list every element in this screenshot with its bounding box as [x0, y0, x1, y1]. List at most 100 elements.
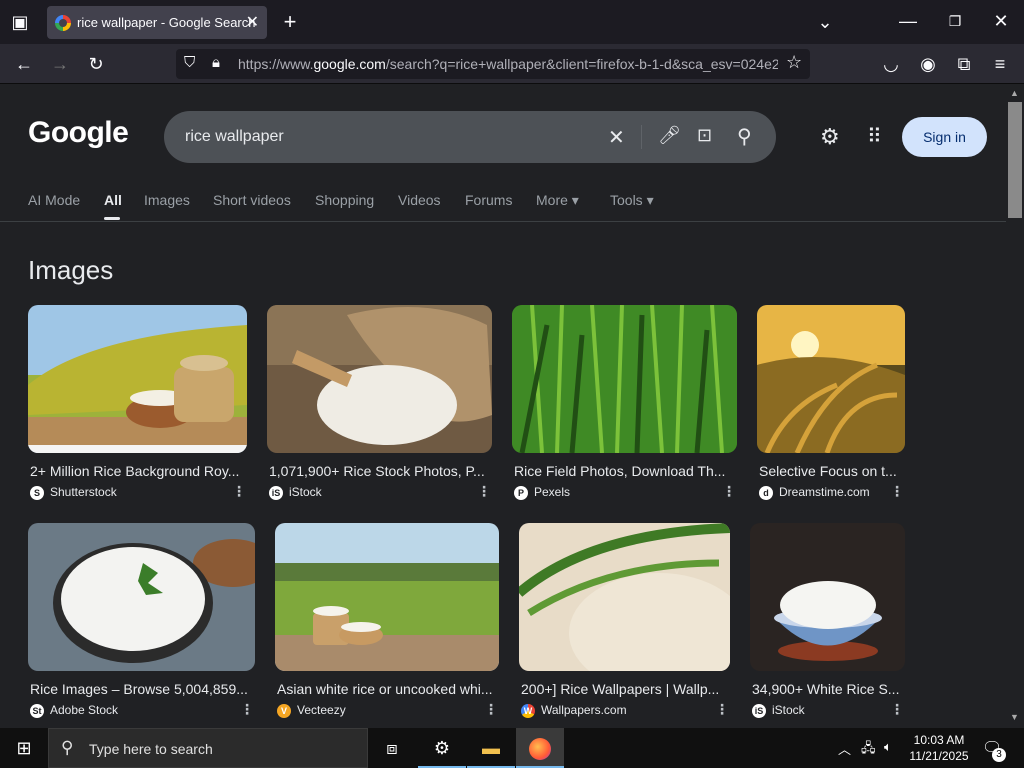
sign-in-button[interactable]: Sign in — [902, 117, 987, 157]
result-source[interactable]: iS iStock — [269, 485, 322, 500]
more-options-icon[interactable]: ⋮ — [890, 701, 904, 718]
search-box[interactable]: rice wallpaper ✕ 🎤︎ ⊡ ⚲ — [164, 111, 776, 163]
tab-more[interactable]: More ▾ — [536, 192, 579, 209]
windows-start-icon[interactable]: ⊞ — [0, 728, 48, 768]
account-icon[interactable]: ◉ — [916, 52, 940, 76]
result-source[interactable]: St Adobe Stock — [30, 703, 118, 718]
result-source[interactable]: V Vecteezy — [277, 703, 346, 718]
more-options-icon[interactable]: ⋮ — [477, 483, 491, 500]
result-source[interactable]: S Shutterstock — [30, 485, 117, 500]
bookmark-star-icon[interactable]: ☆ — [786, 52, 802, 73]
back-icon[interactable]: ← — [12, 52, 36, 76]
google-logo[interactable]: Google — [28, 116, 129, 150]
restore-icon[interactable]: ❐ — [943, 9, 967, 33]
result-thumbnail[interactable] — [28, 305, 247, 453]
active-tab-indicator — [104, 217, 120, 220]
more-options-icon[interactable]: ⋮ — [722, 483, 736, 500]
search-input[interactable]: rice wallpaper — [185, 128, 284, 146]
result-source[interactable]: W Wallpapers.com — [521, 703, 627, 718]
search-divider — [641, 125, 642, 149]
vecteezy-favicon-icon: V — [277, 703, 291, 718]
result-title[interactable]: 200+] Rice Wallpapers | Wallp... — [521, 681, 728, 697]
result-source[interactable]: P Pexels — [514, 485, 570, 500]
result-thumbnail[interactable] — [519, 523, 730, 671]
tab-forums[interactable]: Forums — [465, 192, 512, 208]
tracking-shield-icon[interactable]: ⛉ — [184, 54, 195, 71]
result-title[interactable]: Selective Focus on t... — [759, 463, 903, 479]
new-tab-icon[interactable]: + — [278, 10, 302, 34]
firefox-icon[interactable] — [516, 728, 564, 768]
more-options-icon[interactable]: ⋮ — [232, 483, 246, 500]
forward-icon[interactable]: → — [48, 52, 72, 76]
close-tab-icon[interactable]: ✕ — [246, 12, 259, 32]
tab-videos[interactable]: Videos — [398, 192, 441, 208]
scroll-down-icon[interactable]: ▼ — [1010, 712, 1019, 722]
google-favicon-icon — [55, 15, 71, 31]
taskbar-search-icon: ⚲ — [61, 738, 74, 757]
result-source[interactable]: d Dreamstime.com — [759, 485, 870, 500]
settings-gear-icon[interactable]: ⚙ — [820, 124, 840, 150]
pocket-icon[interactable]: ◡ — [879, 52, 903, 76]
result-source[interactable]: iS iStock — [752, 703, 805, 718]
tab-list-icon[interactable]: ▣ — [8, 10, 32, 34]
taskbar-search-placeholder[interactable]: Type here to search — [89, 741, 213, 757]
minimize-icon[interactable]: — — [896, 9, 920, 33]
browser-tab[interactable]: rice wallpaper - Google Search ✕ — [47, 6, 267, 39]
result-title[interactable]: Rice Field Photos, Download Th... — [514, 463, 735, 479]
menu-icon[interactable]: ≡ — [988, 52, 1012, 76]
address-bar[interactable]: ⛉ 🔒︎ https://www.google.com/search?q=ric… — [176, 49, 810, 79]
result-title[interactable]: 34,900+ White Rice S... — [752, 681, 903, 697]
pexels-favicon-icon: P — [514, 485, 528, 500]
reload-icon[interactable]: ↻ — [84, 52, 108, 76]
volume-muted-icon[interactable]: 🔈︎ — [884, 739, 892, 755]
more-options-icon[interactable]: ⋮ — [715, 701, 729, 718]
scrollbar-thumb[interactable] — [1008, 102, 1022, 218]
result-thumbnail[interactable] — [267, 305, 492, 453]
more-options-icon[interactable]: ⋮ — [484, 701, 498, 718]
result-thumbnail[interactable] — [757, 305, 905, 453]
result-thumbnail[interactable] — [512, 305, 737, 453]
tab-shopping[interactable]: Shopping — [315, 192, 374, 208]
task-view-icon[interactable]: ⧈ — [368, 728, 416, 768]
more-options-icon[interactable]: ⋮ — [240, 701, 254, 718]
result-thumbnail[interactable] — [750, 523, 905, 671]
scroll-up-icon[interactable]: ▲ — [1010, 88, 1019, 98]
result-title[interactable]: Rice Images – Browse 5,004,859... — [30, 681, 253, 697]
header-divider — [0, 221, 1006, 222]
apps-grid-icon[interactable]: ⠿ — [867, 124, 882, 149]
extensions-icon[interactable]: ⧉ — [952, 52, 976, 76]
search-icon[interactable]: ⚲ — [737, 124, 752, 149]
file-explorer-icon[interactable]: ▬ — [467, 728, 515, 768]
result-title[interactable]: Asian white rice or uncooked whi... — [277, 681, 497, 697]
lock-icon[interactable]: 🔒︎ — [212, 54, 220, 71]
close-window-icon[interactable]: ✕ — [989, 9, 1013, 33]
tab-short-videos[interactable]: Short videos — [213, 192, 291, 208]
clock-time: 10:03 AM — [913, 733, 965, 747]
tab-ai-mode[interactable]: AI Mode — [28, 192, 80, 208]
microphone-icon[interactable]: 🎤︎ — [658, 125, 681, 146]
tab-all[interactable]: All — [104, 192, 122, 208]
google-results-page: Google rice wallpaper ✕ 🎤︎ ⊡ ⚲ ⚙ ⠿ Sign … — [0, 84, 1006, 728]
istock-favicon-icon: iS — [269, 485, 283, 500]
browser-tab-bar: ▣ rice wallpaper - Google Search ✕ + ⌄ —… — [0, 0, 1024, 44]
more-options-icon[interactable]: ⋮ — [890, 483, 904, 500]
result-thumbnail[interactable] — [28, 523, 255, 671]
dreamstime-favicon-icon: d — [759, 485, 773, 500]
taskbar-search-box[interactable]: ⚲ Type here to search — [48, 728, 368, 768]
wallpapers-com-favicon-icon: W — [521, 703, 535, 718]
show-hidden-icons-icon[interactable]: ︿ — [838, 739, 851, 758]
lens-icon[interactable]: ⊡ — [697, 125, 712, 146]
tab-images[interactable]: Images — [144, 192, 190, 208]
taskbar-clock[interactable]: 10:03 AM 11/21/2025 — [904, 732, 974, 764]
result-title[interactable]: 2+ Million Rice Background Roy... — [30, 463, 245, 479]
tab-title: rice wallpaper - Google Search — [77, 15, 256, 30]
url-text[interactable]: https://www.google.com/search?q=rice+wal… — [238, 56, 778, 72]
network-icon[interactable]: 🖧︎ — [861, 739, 876, 761]
result-thumbnail[interactable] — [275, 523, 499, 671]
result-title[interactable]: 1,071,900+ Rice Stock Photos, P... — [269, 463, 490, 479]
notification-count-badge: 3 — [992, 748, 1006, 762]
clear-icon[interactable]: ✕ — [608, 125, 625, 150]
tab-tools[interactable]: Tools ▾ — [610, 192, 654, 209]
settings-app-icon[interactable]: ⚙ — [418, 728, 466, 768]
list-all-tabs-icon[interactable]: ⌄ — [813, 10, 837, 34]
